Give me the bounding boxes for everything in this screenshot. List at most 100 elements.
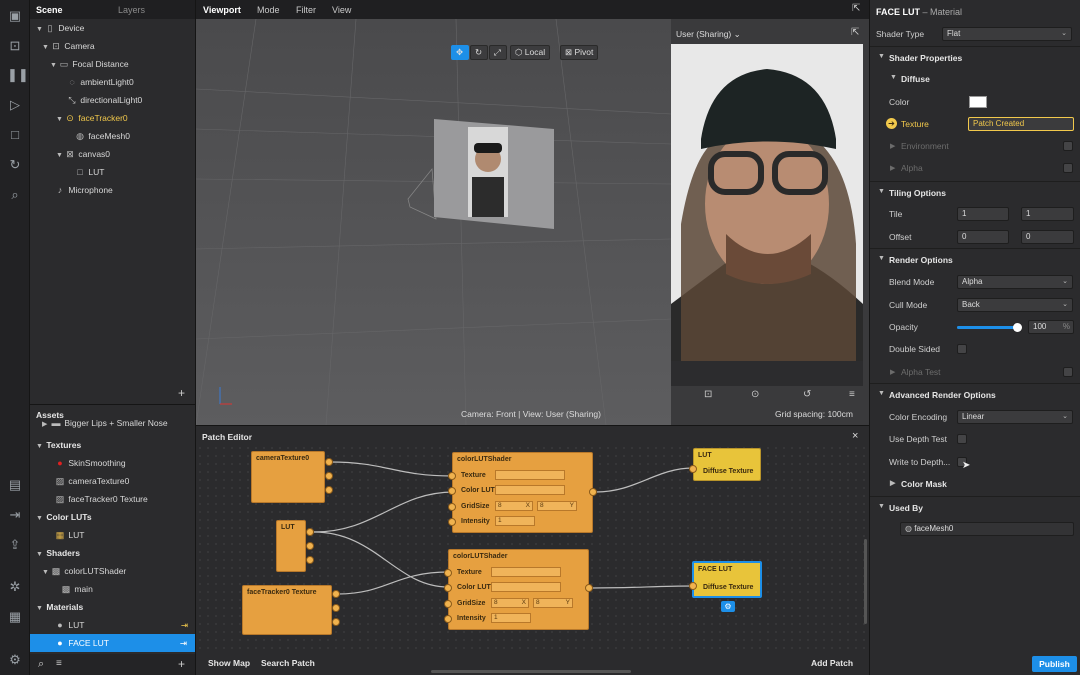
menu-mode[interactable]: Mode: [257, 5, 280, 15]
tiling-options-header[interactable]: ▼ Tiling Options: [870, 181, 1080, 203]
asset-shader-main[interactable]: ▩ main: [60, 580, 93, 598]
vertical-scrollbar[interactable]: [864, 539, 867, 624]
color-encoding-select[interactable]: Linear ⌄: [957, 410, 1073, 424]
cull-mode-select[interactable]: Back ⌄: [957, 298, 1073, 312]
chevron-down-icon[interactable]: ▼: [56, 147, 64, 165]
grid-y-input[interactable]: 8Y: [537, 501, 577, 511]
chevron-down-icon[interactable]: ▼: [878, 390, 885, 397]
asset-lut[interactable]: ▦ LUT: [54, 526, 85, 544]
local-toggle[interactable]: ⬡ Local: [510, 45, 551, 60]
output-port[interactable]: [332, 604, 340, 612]
output-port[interactable]: [325, 458, 333, 466]
asset-shader-colorlut[interactable]: ▼ ▩ colorLUTShader: [42, 562, 126, 580]
diffuse-header[interactable]: ▼ Diffuse: [870, 68, 1080, 90]
patch-node-lut[interactable]: LUT: [276, 520, 306, 572]
upload-icon[interactable]: ⇪: [7, 538, 23, 552]
asset-item-clipped[interactable]: ▶ ▬ Bigger Lips + Smaller Nose: [42, 418, 168, 430]
layout-icon[interactable]: ▣: [7, 9, 23, 23]
tree-item-device[interactable]: ▼ ▯ Device: [36, 19, 84, 37]
double-sided-checkbox[interactable]: [957, 344, 967, 354]
used-by-item[interactable]: ◍ faceMesh0: [900, 522, 1074, 536]
offset-y-input[interactable]: 0: [1021, 230, 1074, 244]
chevron-down-icon[interactable]: ▼: [42, 39, 50, 57]
input-port[interactable]: [448, 472, 456, 480]
close-icon[interactable]: ×: [852, 430, 858, 442]
tree-item-face-tracker[interactable]: ▼ ⊙ faceTracker0: [56, 109, 128, 127]
opacity-input[interactable]: 100%: [1028, 320, 1074, 334]
used-by-header[interactable]: ▼ Used By: [870, 496, 1080, 518]
search-patch-button[interactable]: Search Patch: [261, 658, 315, 668]
tab-scene[interactable]: Scene: [36, 5, 63, 15]
input-port[interactable]: [448, 518, 456, 526]
advanced-render-options-header[interactable]: ▼ Advanced Render Options: [870, 383, 1080, 405]
chevron-right-icon[interactable]: ▶: [42, 420, 50, 430]
bug-icon[interactable]: ✲: [7, 580, 23, 594]
opacity-slider[interactable]: [957, 323, 1022, 332]
tree-item-canvas[interactable]: ▼ ⊠ canvas0: [56, 145, 110, 163]
asset-texture-camera[interactable]: ▨ cameraTexture0: [54, 472, 130, 490]
menu-icon[interactable]: ≡: [849, 389, 855, 400]
square-icon[interactable]: □: [7, 128, 23, 142]
gear-icon[interactable]: ⚙: [721, 601, 735, 612]
tile-y-input[interactable]: 1: [1021, 207, 1074, 221]
video-icon[interactable]: ⊡: [7, 39, 23, 53]
horizontal-scrollbar[interactable]: [431, 670, 631, 673]
shader-properties-header[interactable]: ▼ Shader Properties: [870, 46, 1080, 68]
add-asset-button[interactable]: +: [178, 657, 185, 671]
rotate-tool-button[interactable]: ↻: [470, 45, 488, 60]
chevron-down-icon[interactable]: ▼: [56, 111, 64, 129]
patch-node-material-face-lut[interactable]: FACE LUT Diffuse Texture: [692, 561, 762, 598]
chevron-down-icon[interactable]: ▼: [878, 188, 885, 195]
patch-arrow-icon[interactable]: ➔: [886, 118, 897, 129]
rotate-device-icon[interactable]: ↺: [803, 389, 811, 400]
patch-node-camera-texture[interactable]: cameraTexture0: [251, 451, 325, 503]
color-swatch[interactable]: [969, 96, 987, 108]
intensity-input[interactable]: 1: [491, 613, 531, 623]
input-port[interactable]: [689, 582, 697, 590]
patch-node-shader-2[interactable]: colorLUTShader Texture Color LUT GridSiz…: [448, 549, 589, 630]
output-port[interactable]: [332, 590, 340, 598]
add-patch-button[interactable]: Add Patch: [811, 658, 853, 668]
chevron-right-icon[interactable]: ▶: [890, 368, 895, 376]
output-port[interactable]: [332, 618, 340, 626]
input-port[interactable]: [444, 615, 452, 623]
menu-filter[interactable]: Filter: [296, 5, 316, 15]
tree-item-camera[interactable]: ▼ ⊡ Camera: [42, 37, 95, 55]
video-icon[interactable]: ⊡: [704, 389, 712, 400]
shaders-header[interactable]: ▼ Shaders: [36, 544, 80, 562]
color-luts-header[interactable]: ▼ Color LUTs: [36, 508, 92, 526]
search-icon[interactable]: ⌕: [7, 188, 23, 202]
alpha-checkbox[interactable]: [1063, 163, 1073, 173]
asset-material-face-lut[interactable]: ● FACE LUT ⇥: [30, 634, 195, 652]
environment-row[interactable]: ▶ Environment: [870, 135, 1080, 157]
pause-icon[interactable]: ❚❚: [7, 68, 29, 82]
texture-input[interactable]: [495, 470, 565, 480]
offset-x-input[interactable]: 0: [957, 230, 1009, 244]
input-port[interactable]: [689, 465, 697, 473]
chevron-down-icon[interactable]: ▼: [890, 74, 897, 81]
chevron-right-icon[interactable]: ▶: [890, 164, 895, 172]
settings-icon[interactable]: ⚙: [7, 653, 23, 667]
output-port[interactable]: [325, 472, 333, 480]
chevron-down-icon[interactable]: ▼: [36, 438, 44, 456]
folder-icon[interactable]: ▤: [7, 478, 23, 492]
render-options-header[interactable]: ▼ Render Options: [870, 248, 1080, 270]
patch-node-facetracker-texture[interactable]: faceTracker0 Texture: [242, 585, 332, 635]
color-lut-input[interactable]: [495, 485, 565, 495]
output-port[interactable]: [306, 556, 314, 564]
pivot-toggle[interactable]: ⊠ Pivot: [560, 45, 599, 60]
scale-tool-button[interactable]: ⤢: [489, 45, 507, 60]
intensity-input[interactable]: 1: [495, 516, 535, 526]
refresh-icon[interactable]: ↻: [7, 158, 23, 172]
input-port[interactable]: [444, 584, 452, 592]
chevron-right-icon[interactable]: ▶: [890, 142, 895, 150]
chevron-down-icon[interactable]: ▼: [50, 57, 58, 75]
color-lut-input[interactable]: [491, 582, 561, 592]
input-port[interactable]: [448, 503, 456, 511]
show-map-button[interactable]: Show Map: [208, 658, 250, 668]
add-scene-object-button[interactable]: +: [178, 386, 185, 400]
opacity-thumb[interactable]: [1012, 323, 1022, 332]
chevron-down-icon[interactable]: ▼: [36, 510, 44, 528]
patch-node-material-lut[interactable]: LUT Diffuse Texture: [693, 448, 761, 481]
output-port[interactable]: [306, 542, 314, 550]
